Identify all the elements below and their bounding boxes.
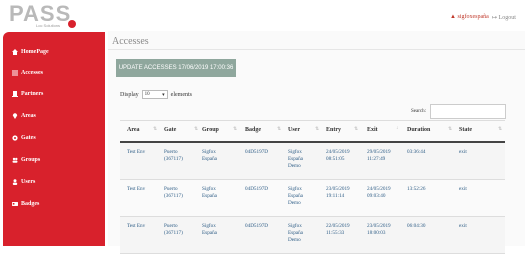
cell-entry: 24/05/2019 08:51:05 xyxy=(326,149,350,162)
update-accesses-button[interactable]: UPDATE ACCESSES 17/06/2019 17:00:36 xyxy=(116,59,236,77)
username: sigfoxespaña xyxy=(457,14,489,20)
accesses-table: Area ⇅ Gate ⇅ Group ⇅ Badge ⇅ User ⇅ Ent… xyxy=(120,120,505,254)
sidebar: HomePage Accesses Partners Areas Gates G… xyxy=(3,32,105,246)
sort-icon[interactable]: ⇅ xyxy=(153,126,157,132)
sort-icon[interactable]: ⇅ xyxy=(194,126,198,132)
sidebar-item-label: Partners xyxy=(21,91,44,97)
sidebar-item-gates[interactable]: Gates xyxy=(12,133,36,143)
logout-label: Logout xyxy=(498,15,516,21)
cell-badge: 04D5197D xyxy=(245,223,269,229)
cell-exit: 23/05/2019 18:00:03 xyxy=(367,223,391,236)
cell-duration: 13:52:26 xyxy=(407,186,426,192)
table-row[interactable]: Test Env Puerto (367117) Sigfox España 04D… xyxy=(120,143,505,180)
cell-entry: 23/05/2019 19:11:14 xyxy=(326,186,350,199)
building-icon xyxy=(12,91,18,97)
sort-icon[interactable]: ⇅ xyxy=(354,126,358,132)
cell-state: exit xyxy=(459,149,467,155)
cell-group: Sigfox España xyxy=(202,223,217,236)
sort-icon[interactable]: ⇅ xyxy=(233,126,237,132)
user-icon: ▲ xyxy=(450,14,456,20)
cell-area: Test Env xyxy=(127,186,146,192)
user-menu-link[interactable]: ▲ sigfoxespaña xyxy=(450,14,489,20)
logout-link[interactable]: ↦ Logout xyxy=(492,14,516,21)
table-header: Area ⇅ Gate ⇅ Group ⇅ Badge ⇅ User ⇅ Ent… xyxy=(120,120,505,143)
pass-logo[interactable]: PASS xyxy=(9,3,71,25)
sidebar-item-groups[interactable]: Groups xyxy=(12,155,40,165)
sort-icon[interactable]: ⇅ xyxy=(498,126,502,132)
logo-dot-icon xyxy=(68,20,76,28)
page-length-value: 10 xyxy=(144,92,150,97)
title-divider xyxy=(108,49,525,50)
cell-state: exit xyxy=(459,223,467,229)
list-icon xyxy=(12,70,18,76)
main-content: Accesses UPDATE ACCESSES 17/06/2019 17:0… xyxy=(108,31,525,254)
cell-entry: 22/05/2019 11:55:33 xyxy=(326,223,350,236)
sidebar-item-label: Badges xyxy=(21,201,40,207)
column-header-entry[interactable]: Entry xyxy=(326,127,341,133)
location-pin-icon xyxy=(12,113,18,119)
cell-group: Sigfox España xyxy=(202,186,217,199)
column-header-state[interactable]: State xyxy=(459,127,472,133)
cell-duration: 03:36:44 xyxy=(407,149,426,155)
user-icon xyxy=(12,179,18,185)
display-suffix: elements xyxy=(170,91,192,98)
column-header-badge[interactable]: Badge xyxy=(245,127,261,133)
cell-user: Sigfox España Demo xyxy=(288,149,303,169)
column-header-area[interactable]: Area xyxy=(127,127,140,133)
page-length-select[interactable]: 10 ▾ xyxy=(141,90,168,99)
cell-group: Sigfox España xyxy=(202,149,217,162)
sidebar-item-label: Accesses xyxy=(21,70,43,76)
sidebar-item-label: Areas xyxy=(21,113,36,119)
sidebar-item-badges[interactable]: Badges xyxy=(12,199,39,209)
column-header-duration[interactable]: Duration xyxy=(407,127,430,133)
gear-icon xyxy=(12,135,18,141)
search-input[interactable] xyxy=(430,104,506,119)
cell-area: Test Env xyxy=(127,149,146,155)
search-label: Search: xyxy=(411,109,426,114)
column-header-gate[interactable]: Gate xyxy=(164,127,176,133)
cell-gate: Puerto (367117) xyxy=(164,223,183,236)
cell-gate: Puerto (367117) xyxy=(164,149,183,162)
cell-duration: 06:04:30 xyxy=(407,223,426,229)
sidebar-item-partners[interactable]: Partners xyxy=(12,89,43,99)
logo-subtitle: Loc Solutions xyxy=(36,23,61,28)
chevron-down-icon: ▾ xyxy=(162,92,165,98)
page-length-control: Display 10 ▾ elements xyxy=(120,90,192,99)
display-label: Display xyxy=(120,91,139,98)
table-row[interactable]: Test Env Puerto (367117) Sigfox España 04D… xyxy=(120,180,505,217)
cell-gate: Puerto (367117) xyxy=(164,186,183,199)
sort-icon[interactable]: ⇅ xyxy=(448,126,452,132)
sidebar-item-accesses[interactable]: Accesses xyxy=(12,68,43,78)
column-header-group[interactable]: Group xyxy=(202,127,219,133)
sidebar-item-label: Groups xyxy=(21,157,41,163)
sort-icon[interactable]: ⇅ xyxy=(277,126,281,132)
column-header-user[interactable]: User xyxy=(288,127,300,133)
cell-state: exit xyxy=(459,186,467,192)
sidebar-item-areas[interactable]: Areas xyxy=(12,111,36,121)
logout-icon: ↦ xyxy=(492,15,498,21)
column-header-exit[interactable]: Exit xyxy=(367,127,378,133)
sidebar-item-homepage[interactable]: HomePage xyxy=(12,47,49,57)
id-card-icon xyxy=(12,202,18,206)
sidebar-item-users[interactable]: Users xyxy=(12,177,35,187)
group-icon xyxy=(12,157,18,163)
top-bar: PASS Loc Solutions ▲ sigfoxespaña ↦ Logo… xyxy=(0,0,525,31)
sort-icon[interactable]: ⇅ xyxy=(315,126,319,132)
cell-badge: 04D5197D xyxy=(245,149,269,155)
sidebar-item-label: Users xyxy=(21,179,36,185)
cell-user: Sigfox España Demo xyxy=(288,223,303,243)
sort-icon[interactable]: ↓ xyxy=(396,126,399,131)
cell-badge: 04D5197D xyxy=(245,186,269,192)
table-row[interactable]: Test Env Puerto (367117) Sigfox España 04D… xyxy=(120,217,505,254)
sidebar-item-label: HomePage xyxy=(21,49,49,55)
table-search: Search: xyxy=(411,104,506,119)
cell-exit: 24/05/2019 09:03:40 xyxy=(367,186,391,199)
cell-exit: 29/05/2019 11:27:49 xyxy=(367,149,391,162)
page-title: Accesses xyxy=(112,36,149,47)
cell-user: Sigfox España Demo xyxy=(288,186,303,206)
cell-area: Test Env xyxy=(127,223,146,229)
sidebar-item-label: Gates xyxy=(21,135,36,141)
home-icon xyxy=(12,49,18,55)
